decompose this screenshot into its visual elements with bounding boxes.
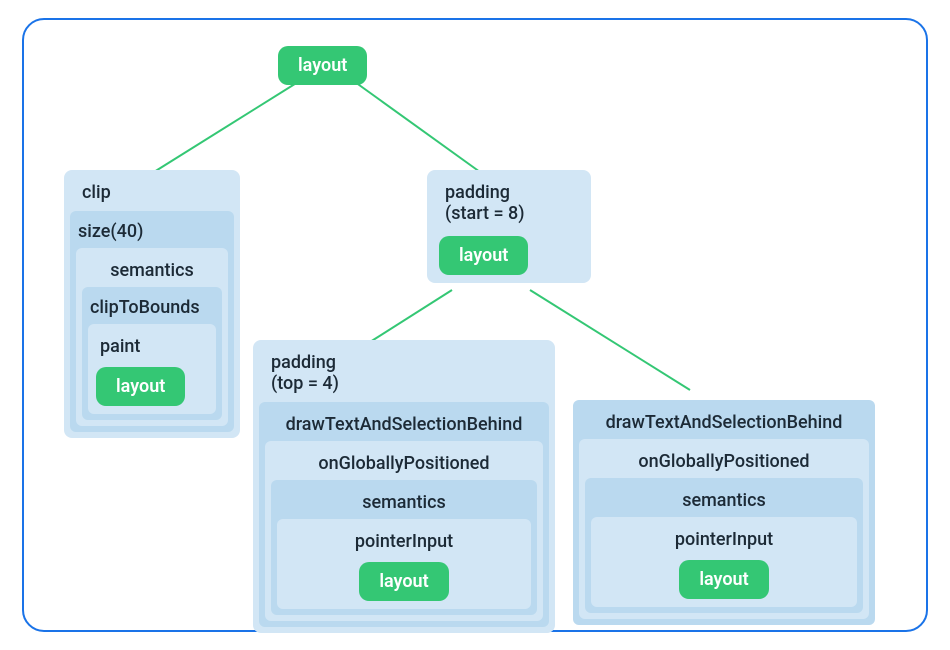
ongloballypositioned-layer-r: onGloballyPositioned semantics pointerIn… (579, 439, 869, 619)
semantics-label-r: semantics (591, 484, 857, 517)
layout-label: layout (439, 236, 528, 275)
layout-label: layout (359, 562, 448, 601)
padding-start-title-1: padding (433, 176, 585, 203)
semantics-layer-r: semantics pointerInput layout (585, 478, 863, 613)
layout-label: layout (679, 560, 768, 599)
clip-title: clip (70, 176, 234, 211)
padding-top-node: padding (top = 4) drawTextAndSelectionBe… (253, 340, 555, 633)
semantics-label-2: semantics (277, 486, 531, 519)
layout-label: layout (278, 46, 367, 85)
ongloballypositioned-label-r: onGloballyPositioned (585, 445, 863, 478)
paint-layer: paint layout (88, 324, 216, 414)
cliptobounds-layer: clipToBounds paint layout (82, 287, 222, 420)
size-layer: size(40) semantics clipToBounds paint la… (70, 211, 234, 432)
semantics-layer: semantics clipToBounds paint layout (76, 248, 228, 426)
ongloballypositioned-layer: onGloballyPositioned semantics pointerIn… (265, 441, 543, 621)
semantics-label: semantics (82, 254, 222, 287)
pointerinput-label: pointerInput (283, 525, 525, 558)
root-node: layout (278, 46, 367, 85)
layout-label: layout (96, 367, 185, 406)
cliptobounds-label: clipToBounds (88, 293, 216, 324)
pointerinput-layer-r: pointerInput layout (591, 517, 857, 607)
ongloballypositioned-label: onGloballyPositioned (271, 447, 537, 480)
drawtext-label: drawTextAndSelectionBehind (265, 408, 543, 441)
drawtext-node-right: drawTextAndSelectionBehind onGloballyPos… (573, 400, 875, 625)
paint-label: paint (94, 330, 210, 363)
semantics-layer-2: semantics pointerInput layout (271, 480, 537, 615)
padding-start-node: padding (start = 8) layout (427, 170, 591, 283)
clip-node: clip size(40) semantics clipToBounds pai… (64, 170, 240, 438)
padding-start-title-2: (start = 8) (433, 203, 585, 232)
padding-top-title-1: padding (259, 346, 549, 373)
drawtext-label-r: drawTextAndSelectionBehind (579, 406, 869, 439)
pointerinput-label-r: pointerInput (597, 523, 851, 556)
drawtext-layer: drawTextAndSelectionBehind onGloballyPos… (259, 402, 549, 627)
padding-top-title-2: (top = 4) (259, 373, 549, 402)
size-label: size(40) (76, 217, 228, 248)
pointerinput-layer: pointerInput layout (277, 519, 531, 609)
